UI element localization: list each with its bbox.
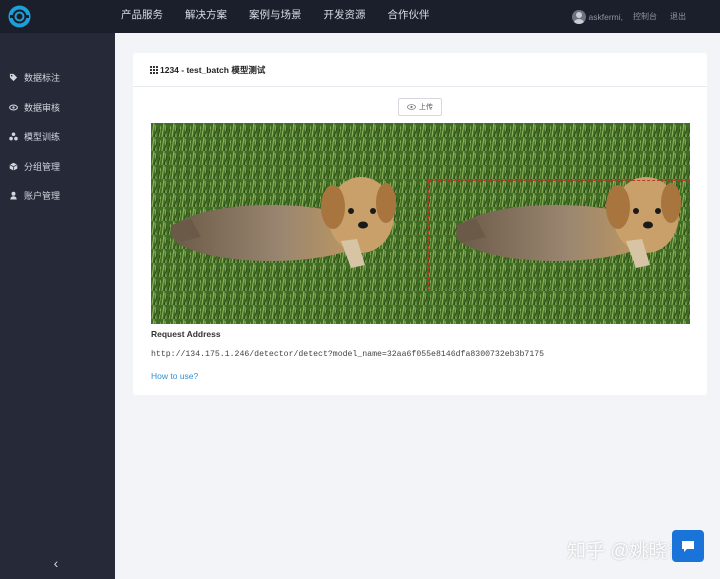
page-title: 1234 - test_batch 模型测试	[160, 64, 266, 75]
chat-icon	[682, 541, 694, 552]
sidebar-item-label: 数据审核	[24, 102, 61, 113]
nav-solutions[interactable]: 解决方案	[174, 0, 238, 33]
eye-icon	[407, 104, 416, 110]
username: askfermi,	[588, 11, 623, 22]
model-icon	[9, 132, 18, 141]
console-link[interactable]: 控制台	[633, 11, 657, 22]
request-url: http://134.175.1.246/detector/detect?mod…	[151, 350, 545, 359]
logout-link[interactable]: 退出	[670, 11, 686, 22]
sidebar-item-account[interactable]: 账户管理	[0, 181, 115, 211]
logo-icon[interactable]	[7, 4, 32, 29]
detection-bounding-box	[428, 180, 690, 290]
upload-label: 上传	[419, 104, 433, 111]
avatar[interactable]	[571, 9, 586, 24]
nav-cases[interactable]: 案例与场景	[238, 0, 313, 33]
sidebar-item-label: 数据标注	[24, 73, 61, 84]
eye-icon	[9, 104, 18, 111]
user-icon	[10, 191, 17, 200]
sidebar-item-label: 模型训练	[24, 132, 61, 143]
box-icon	[9, 162, 18, 171]
collapse-sidebar-icon[interactable]: ‹	[50, 555, 62, 571]
tag-icon	[9, 74, 18, 82]
sidebar-item-annotation[interactable]: 数据标注	[0, 63, 115, 93]
nav-dev-resources[interactable]: 开发资源	[313, 0, 377, 33]
upload-button[interactable]: 上传	[398, 98, 442, 116]
sidebar-item-groups[interactable]: 分组管理	[0, 152, 115, 182]
sidebar-item-label: 分组管理	[24, 161, 61, 172]
user-area: askfermi, 控制台 退出	[571, 0, 686, 33]
request-address-label: Request Address	[151, 329, 221, 339]
sidebar-item-label: 账户管理	[24, 191, 61, 202]
main-nav: 产品服务 解决方案 案例与场景 开发资源 合作伙伴	[110, 0, 441, 33]
sidebar: 数据标注 数据审核 模型训练 分组管理 账户管理 ‹	[0, 33, 115, 579]
how-to-use-link[interactable]: How to use?	[151, 371, 198, 381]
watermark: 知乎 @姚晓青	[567, 541, 687, 562]
nav-partners[interactable]: 合作伙伴	[377, 0, 441, 33]
sidebar-item-training[interactable]: 模型训练	[0, 122, 115, 152]
sidebar-item-review[interactable]: 数据审核	[0, 93, 115, 123]
help-float-button[interactable]	[672, 530, 704, 562]
grid-icon	[150, 65, 158, 74]
top-navbar: 产品服务 解决方案 案例与场景 开发资源 合作伙伴 askfermi, 控制台 …	[0, 0, 720, 33]
detection-result-image	[151, 123, 690, 324]
card-header: 1234 - test_batch 模型测试	[133, 53, 707, 87]
model-test-card: 1234 - test_batch 模型测试 上传 Request Addres…	[133, 53, 707, 395]
nav-products[interactable]: 产品服务	[110, 0, 174, 33]
